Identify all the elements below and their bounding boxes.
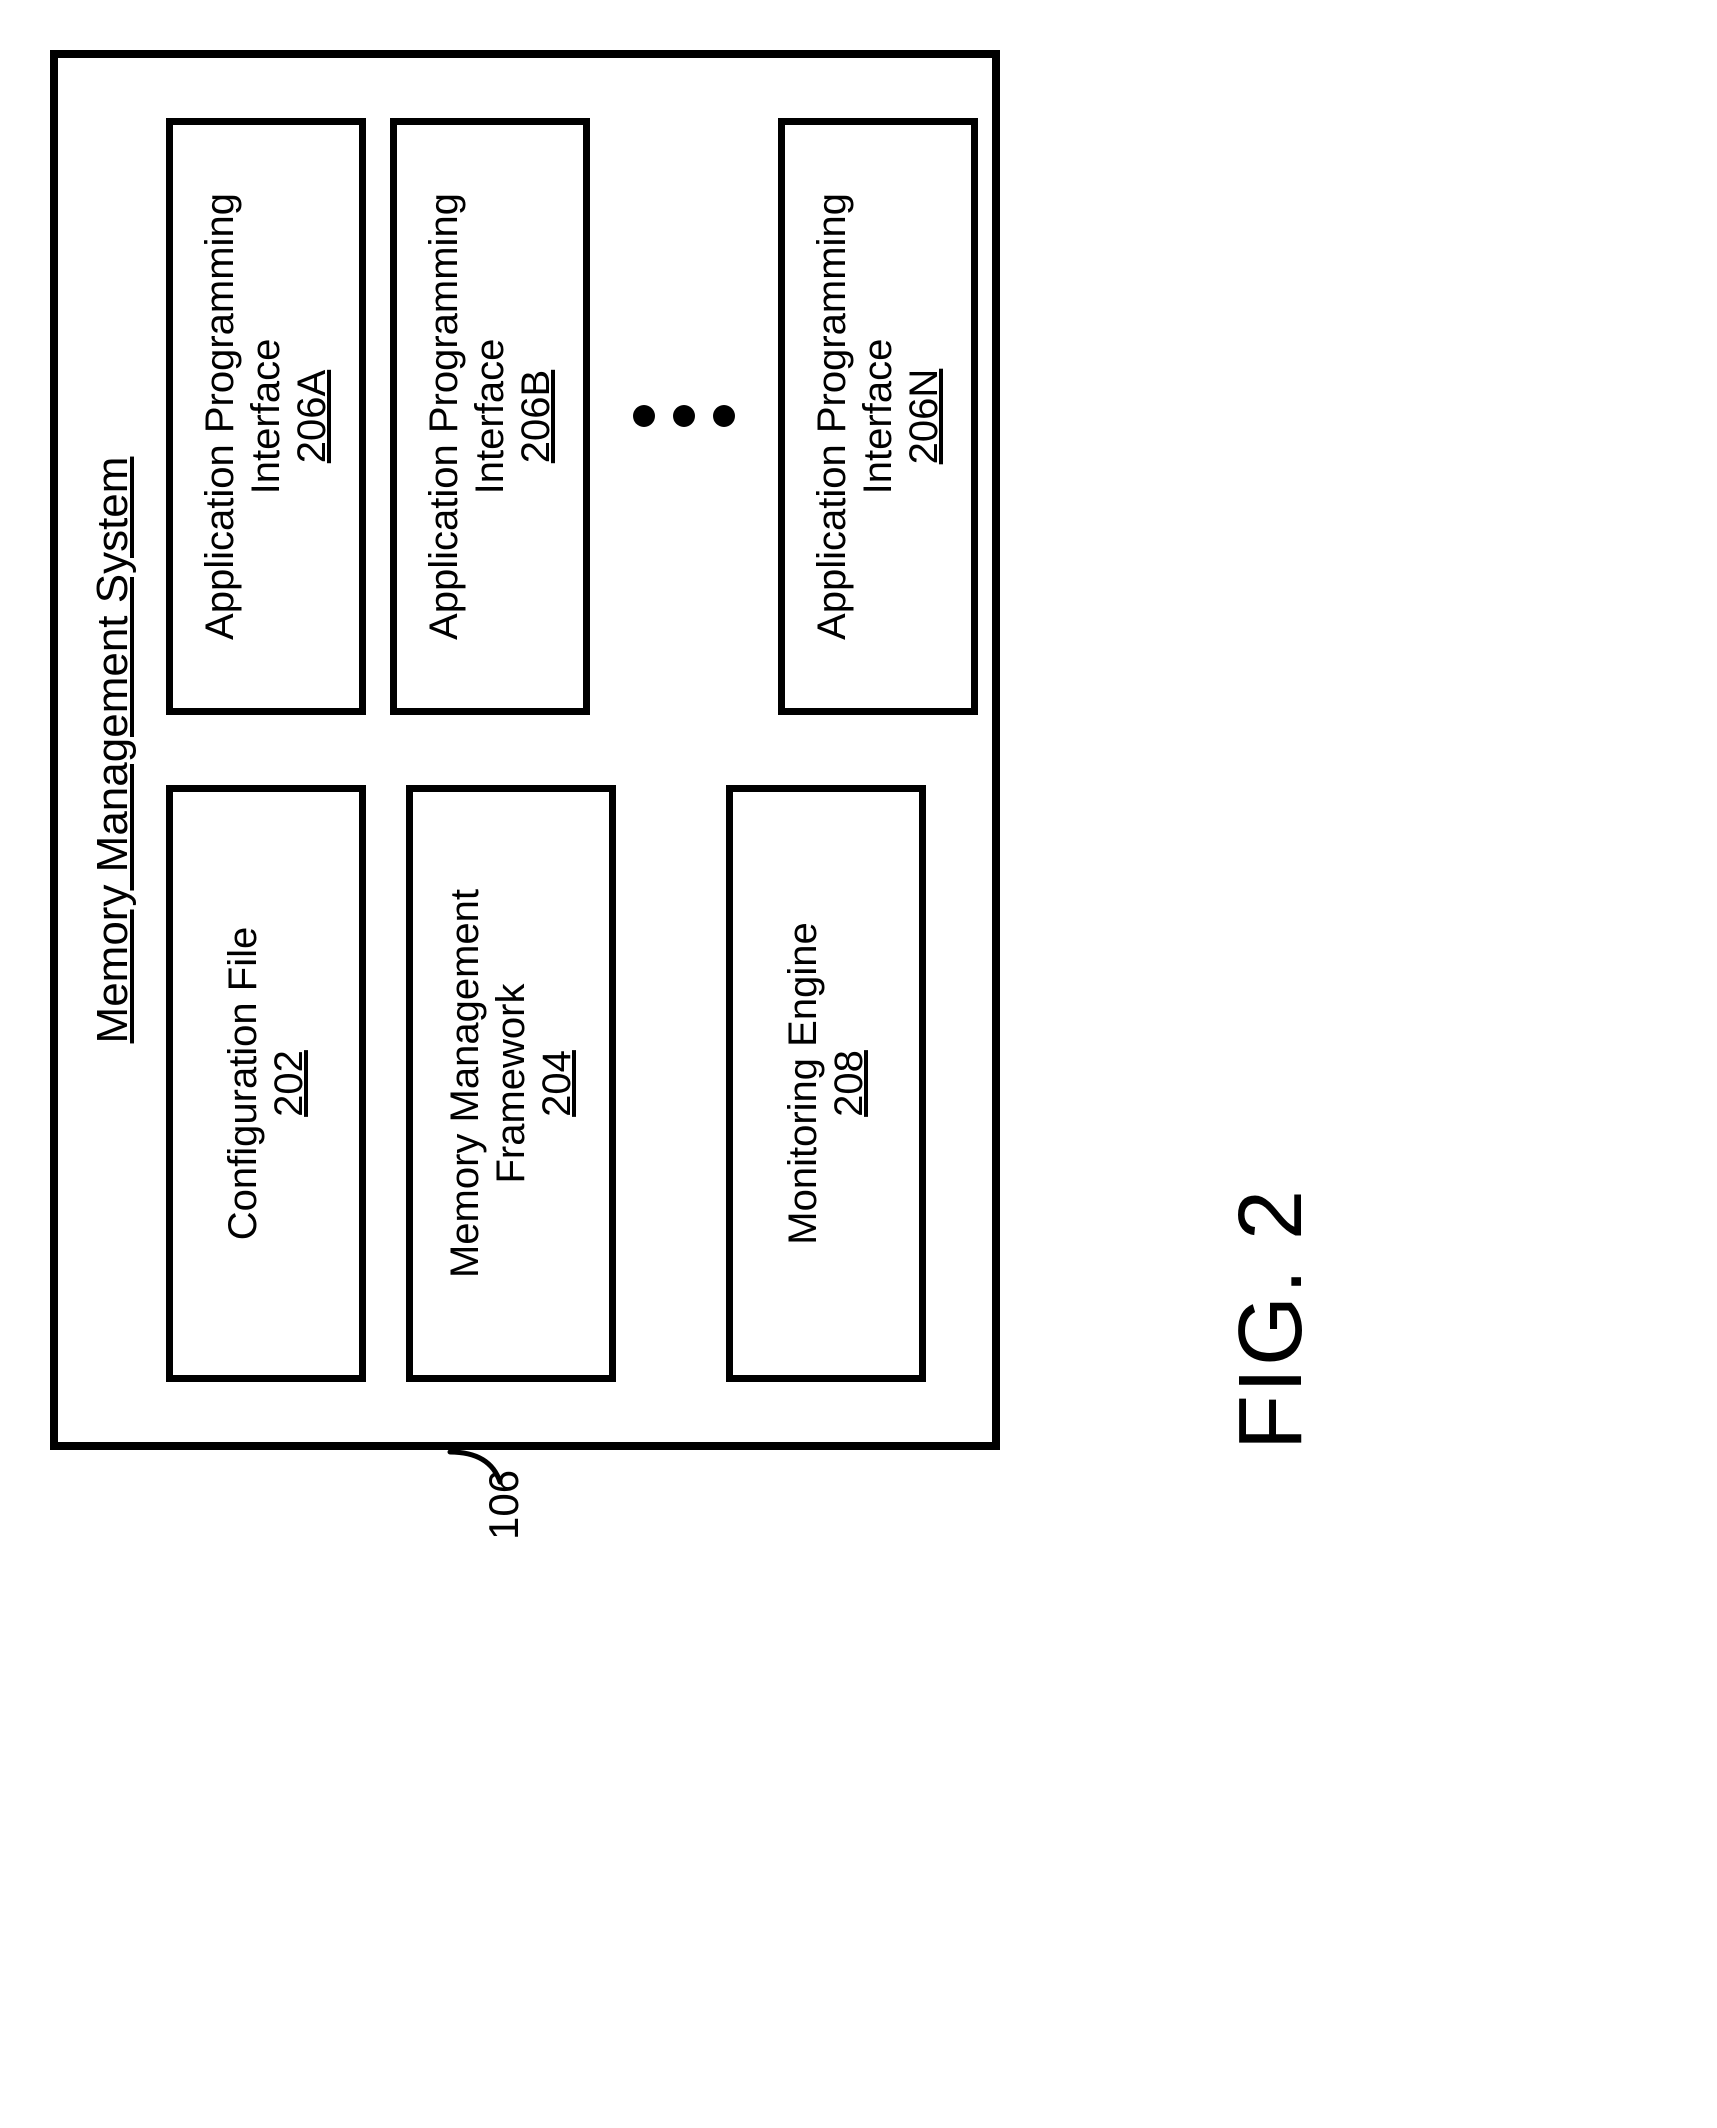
block-label-line1: Application Programming — [421, 193, 467, 640]
block-ref: 202 — [266, 1050, 312, 1117]
block-ref: 208 — [826, 1050, 872, 1117]
dot-icon — [633, 406, 655, 428]
block-ref: 206B — [513, 370, 559, 463]
left-column: Configuration File 202 Memory Management… — [166, 785, 940, 1382]
figure-canvas: Memory Management System Configuration F… — [0, 0, 1717, 2128]
right-column: Application Programming Interface 206A A… — [166, 118, 940, 715]
block-ref: 204 — [534, 1050, 580, 1117]
diagram-rotated-wrapper: Memory Management System Configuration F… — [50, 50, 1000, 1450]
memory-management-framework-block: Memory Management Framework 204 — [406, 785, 616, 1382]
api-block-n: Application Programming Interface 206N — [778, 118, 978, 715]
block-label-line2: Interface — [467, 339, 513, 495]
block-label-line2: Framework — [488, 983, 534, 1183]
block-label-line1: Memory Management — [442, 889, 488, 1278]
vertical-ellipsis-icon — [614, 118, 754, 715]
memory-management-system-box: Memory Management System Configuration F… — [50, 50, 1000, 1450]
block-ref: 206N — [901, 369, 947, 465]
block-label: Monitoring Engine — [780, 922, 826, 1244]
block-label-line2: Interface — [243, 339, 289, 495]
block-ref: 206A — [289, 370, 335, 463]
monitoring-engine-block: Monitoring Engine 208 — [726, 785, 926, 1382]
configuration-file-block: Configuration File 202 — [166, 785, 366, 1382]
system-title: Memory Management System — [88, 118, 138, 1382]
block-label-line2: Interface — [855, 339, 901, 495]
spacer — [656, 785, 686, 1382]
block-label: Configuration File — [220, 927, 266, 1241]
dot-icon — [673, 406, 695, 428]
columns: Configuration File 202 Memory Management… — [166, 118, 940, 1382]
leader-arc-icon — [440, 1422, 510, 1492]
api-block-b: Application Programming Interface 206B — [390, 118, 590, 715]
api-block-a: Application Programming Interface 206A — [166, 118, 366, 715]
block-label-line1: Application Programming — [197, 193, 243, 640]
figure-caption: FIG. 2 — [1220, 1188, 1323, 1450]
dot-icon — [713, 406, 735, 428]
block-label-line1: Application Programming — [809, 193, 855, 640]
